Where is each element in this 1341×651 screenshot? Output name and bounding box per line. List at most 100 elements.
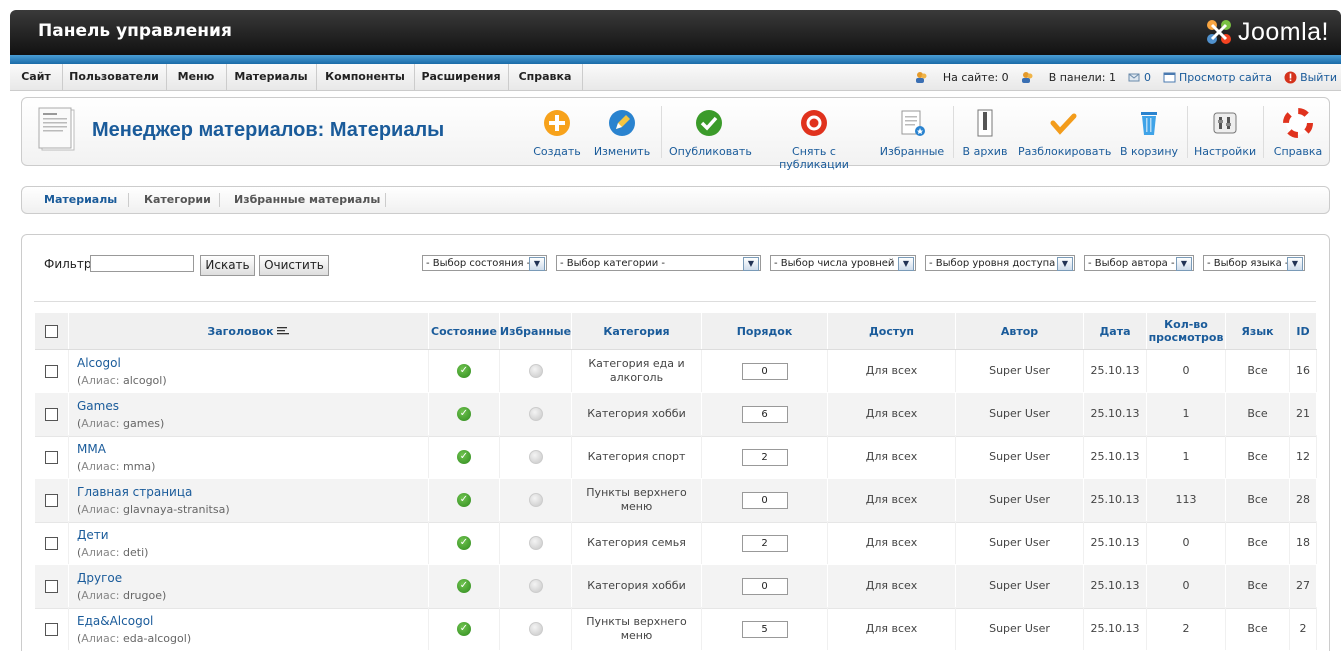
row-checkbox[interactable] [45,450,58,464]
row-checkbox[interactable] [45,622,58,636]
filter-levels-select[interactable]: - Выбор числа уровней - ▼ [770,255,916,271]
not-featured-icon[interactable] [528,450,543,464]
not-featured-icon[interactable] [528,579,543,593]
featured-button[interactable]: Избранные [879,108,945,158]
access-cell: Для всех [828,522,956,564]
ordering-input[interactable]: 6 [741,405,788,423]
checkin-button[interactable]: Разблокировать [1018,108,1111,158]
col-access[interactable]: Доступ [828,313,956,349]
filter-category-select[interactable]: - Выбор категории - ▼ [556,255,761,271]
ordering-input[interactable]: 0 [741,577,788,595]
ordering-cell: 0 [702,350,828,392]
toolbar-separator [1263,106,1264,158]
not-featured-icon[interactable] [528,364,543,378]
row-checkbox[interactable] [45,536,58,550]
col-language[interactable]: Язык [1226,313,1290,349]
featured-cell [500,522,572,564]
preview-icon [1163,72,1176,82]
options-button[interactable]: Настройки [1194,108,1256,158]
article-title-link[interactable]: Alcogol [77,356,121,370]
col-author[interactable]: Автор [956,313,1084,349]
tab-featured-articles[interactable]: Избранные материалы [234,187,380,213]
published-icon[interactable]: ✓ [457,407,471,421]
access-cell: Для всех [828,393,956,435]
category-cell: Категория семья [572,522,702,564]
menu-help[interactable]: Справка [508,64,583,90]
date-cell: 25.10.13 [1084,350,1147,392]
row-checkbox[interactable] [45,407,58,421]
publish-button[interactable]: Опубликовать [669,108,752,158]
admin-window: Панель управления Joomla! Сайт Пользоват… [10,10,1341,651]
select-all-checkbox[interactable] [45,324,58,338]
author-cell: Super User [956,522,1084,564]
published-icon[interactable]: ✓ [457,536,471,550]
filter-access-select[interactable]: - Выбор уровня доступа - ▼ [925,255,1075,271]
filter-language-select[interactable]: - Выбор языка - ▼ [1203,255,1305,271]
filter-state-select[interactable]: - Выбор состояния - ▼ [422,255,547,271]
article-title-link[interactable]: Еда&Alcogol [77,614,153,628]
tab-categories[interactable]: Категории [144,187,211,213]
view-site-link[interactable]: Просмотр сайта [1163,71,1272,84]
archive-button[interactable]: В архив [960,108,1010,158]
not-featured-icon[interactable] [528,407,543,421]
article-title-link[interactable]: MMA [77,442,106,456]
not-featured-icon[interactable] [528,622,543,636]
tab-articles[interactable]: Материалы [44,187,117,213]
col-id[interactable]: ID [1290,313,1317,349]
clear-button[interactable]: Очистить [259,255,329,276]
published-icon[interactable]: ✓ [457,579,471,593]
logout-link[interactable]: Выйти [1284,71,1337,84]
messages-status[interactable]: 0 [1128,71,1151,84]
users-icon [915,71,927,83]
col-state[interactable]: Состояние [429,313,500,349]
trash-button[interactable]: В корзину [1118,108,1180,158]
row-checkbox[interactable] [45,579,58,593]
published-icon[interactable]: ✓ [457,364,471,378]
not-featured-icon[interactable] [528,536,543,550]
ordering-input[interactable]: 0 [741,362,788,380]
row-checkbox[interactable] [45,364,58,378]
article-alias: (Алиас: alcogol) [77,374,167,387]
article-title-link[interactable]: Главная страница [77,485,192,499]
check-circle-icon [696,110,722,136]
category-cell: Категория спорт [572,436,702,478]
not-featured-icon[interactable] [528,493,543,507]
row-checkbox[interactable] [45,493,58,507]
table-row: Другое (Алиас: drugoe) ✓ Категория хобби 0… [35,565,1317,609]
menu-extensions[interactable]: Расширения [414,64,509,90]
title-cell: Другое (Алиас: drugoe) [69,565,429,607]
article-title-link[interactable]: Другое [77,571,122,585]
filter-search-input[interactable] [90,255,194,272]
col-ordering[interactable]: Порядок [702,313,828,349]
ordering-input[interactable]: 5 [741,620,788,638]
divider [34,301,1316,302]
ordering-input[interactable]: 0 [741,491,788,509]
date-cell: 25.10.13 [1084,565,1147,607]
published-icon[interactable]: ✓ [457,450,471,464]
ordering-input[interactable]: 2 [741,448,788,466]
menu-menus[interactable]: Меню [166,64,227,90]
table-row: MMA (Алиас: mma) ✓ Категория спорт 2 Для вс… [35,436,1317,480]
menu-site[interactable]: Сайт [10,64,63,90]
edit-button[interactable]: Изменить [592,108,652,158]
menu-users[interactable]: Пользователи [62,64,167,90]
new-button[interactable]: Создать [532,108,582,158]
col-category[interactable]: Категория [572,313,702,349]
tab-separator [128,193,129,207]
filter-author-select[interactable]: - Выбор автора - ▼ [1084,255,1194,271]
published-icon[interactable]: ✓ [457,622,471,636]
ordering-input[interactable]: 2 [741,534,788,552]
published-icon[interactable]: ✓ [457,493,471,507]
article-title-link[interactable]: Дети [77,528,109,542]
article-title-link[interactable]: Games [77,399,119,413]
col-title[interactable]: Заголовок [69,313,429,349]
col-date[interactable]: Дата [1084,313,1147,349]
help-button[interactable]: Справка [1270,108,1326,158]
search-button[interactable]: Искать [200,255,255,276]
messages-count[interactable]: 0 [1144,71,1151,84]
menu-content[interactable]: Материалы [226,64,317,90]
col-featured[interactable]: Избранные [500,313,572,349]
menu-components[interactable]: Компоненты [316,64,415,90]
unpublish-button[interactable]: Снять с публикации [759,108,869,171]
col-hits[interactable]: Кол-во просмотров [1147,313,1226,349]
